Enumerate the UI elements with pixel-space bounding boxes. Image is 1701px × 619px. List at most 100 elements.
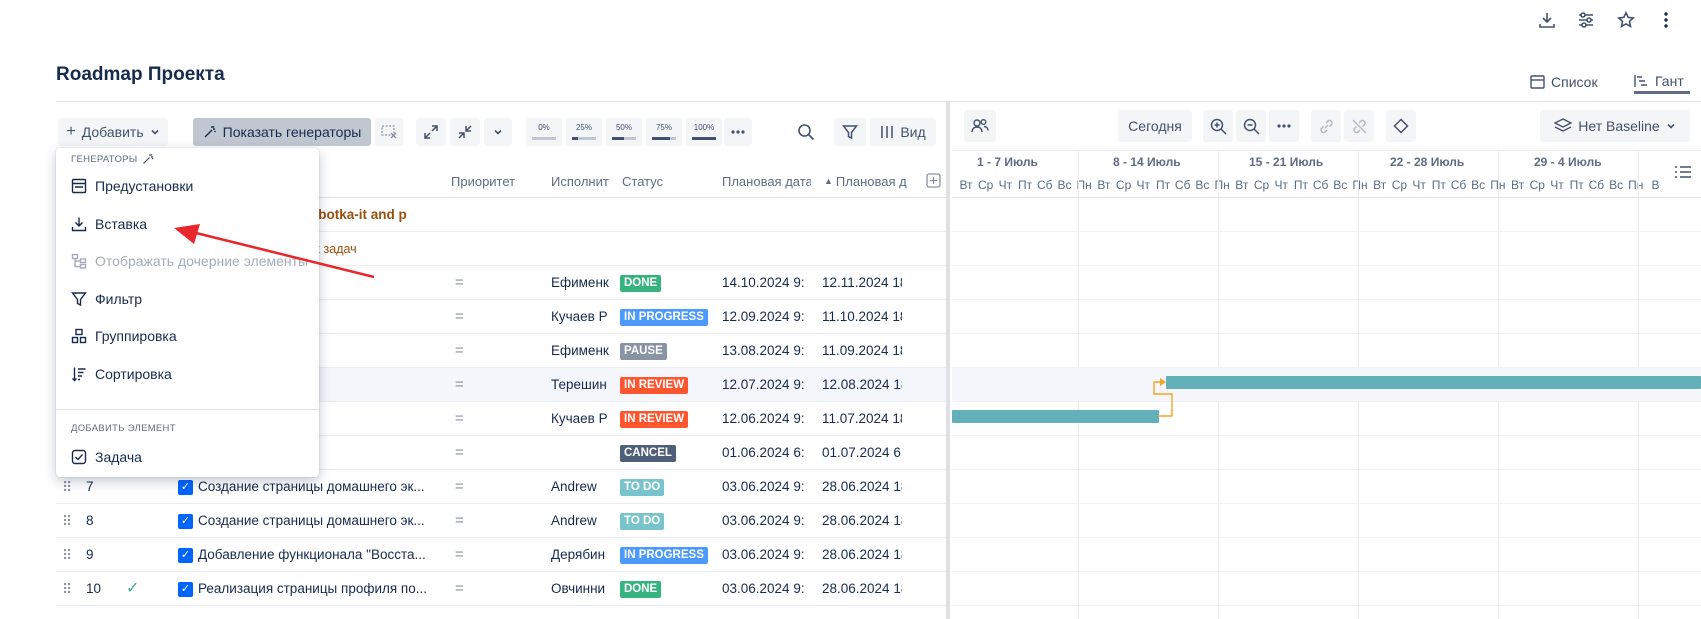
status-badge[interactable]: IN REVIEW xyxy=(620,411,689,428)
gantt-day-label: Пт xyxy=(1018,178,1033,192)
table-row[interactable]: ⠿ 9 ✓ Добавление функционала "Восста... = Дер… xyxy=(56,538,946,572)
status-badge[interactable]: TO DO xyxy=(620,513,665,530)
gantt-day-label: Сб xyxy=(1174,178,1191,192)
star-icon[interactable] xyxy=(1612,6,1640,34)
view-button[interactable]: Вид xyxy=(870,118,936,146)
progress-filter-2[interactable]: 50% xyxy=(606,118,642,146)
progress-filter-fill xyxy=(692,137,716,140)
show-generators-button[interactable]: Показать генераторы xyxy=(193,118,371,146)
gantt-day-label: Чт xyxy=(1412,178,1426,192)
gantt-day-label: Ср xyxy=(1391,178,1408,192)
chevron-down-icon xyxy=(150,127,160,137)
drag-handle-icon[interactable]: ⠿ xyxy=(62,504,71,538)
gantt-bar-task-4[interactable] xyxy=(1166,376,1701,389)
expand-icon[interactable] xyxy=(416,118,446,146)
collapse-icon[interactable] xyxy=(450,118,480,146)
gantt-columns-menu-icon[interactable] xyxy=(1672,164,1694,180)
status-badge[interactable]: DONE xyxy=(620,275,662,292)
tab-gantt-label: Гант xyxy=(1655,72,1684,89)
menu-item-label: Сортировка xyxy=(95,365,172,382)
menu-item-0[interactable]: Предустановки xyxy=(56,169,319,203)
unlink-icon[interactable] xyxy=(1344,110,1374,142)
menu-item-4[interactable]: Группировка xyxy=(56,319,319,353)
progress-filter-label: 100% xyxy=(693,123,715,132)
column-header-status[interactable]: Статус xyxy=(622,174,682,189)
table-row[interactable]: ⠿ 10 ✓ ✓ Реализация страницы профиля по... = О… xyxy=(56,572,946,606)
today-button[interactable]: Сегодня xyxy=(1118,110,1192,142)
row-number: 9 xyxy=(86,547,94,562)
tab-gantt[interactable]: Гант xyxy=(1634,70,1690,94)
progress-filter-4[interactable]: 100% xyxy=(686,118,722,146)
gantt-day-label: В xyxy=(1651,178,1660,192)
add-button[interactable]: + Добавить xyxy=(58,118,168,146)
column-header-planned-end[interactable]: ▲ Плановая д xyxy=(824,174,910,189)
download-icon xyxy=(71,216,87,232)
panel-splitter[interactable] xyxy=(946,102,950,619)
search-icon[interactable] xyxy=(792,118,820,146)
gantt-day-label: Вс xyxy=(1609,178,1624,192)
menu-item-3[interactable]: Фильтр xyxy=(56,282,319,316)
planned-end: 11.10.2024 18: xyxy=(822,309,902,324)
task-type-icon: ✓ xyxy=(178,480,193,495)
planned-end: 11.09.2024 18: xyxy=(822,343,902,358)
clear-selection-icon[interactable] xyxy=(375,118,403,146)
menu-item-label: Предустановки xyxy=(95,178,194,194)
status-badge[interactable]: IN REVIEW xyxy=(620,377,689,394)
assignee xyxy=(551,436,609,470)
gantt-day-label: Вс xyxy=(1471,178,1486,192)
progress-filter-track xyxy=(532,137,556,140)
priority-medium-icon: = xyxy=(455,308,464,325)
task-name[interactable]: Создание страницы домашнего эк... xyxy=(198,504,448,538)
gantt-day-label: Пн xyxy=(1352,178,1368,192)
table-row[interactable]: ⠿ 8 ✓ Создание страницы домашнего эк... = And… xyxy=(56,504,946,538)
link-icon[interactable] xyxy=(1311,110,1341,142)
milestone-icon[interactable] xyxy=(1386,110,1416,142)
status-badge[interactable]: PAUSE xyxy=(620,343,667,360)
progress-filter-0[interactable]: 0% xyxy=(526,118,562,146)
settings-sliders-icon[interactable] xyxy=(1572,6,1600,34)
progress-filter-3[interactable]: 75% xyxy=(646,118,682,146)
row-number: 10 xyxy=(86,581,102,596)
column-header-priority[interactable]: Приоритет xyxy=(451,174,536,189)
sort-icon xyxy=(71,366,87,382)
progress-filter-1[interactable]: 25% xyxy=(566,118,602,146)
gantt-more-icon[interactable] xyxy=(1269,110,1299,142)
planned-end: 28.06.2024 18: xyxy=(822,479,902,494)
status-badge[interactable]: IN PROGRESS xyxy=(620,309,708,326)
status-badge[interactable]: TO DO xyxy=(620,479,665,496)
task-name[interactable]: Реализация страницы профиля по... xyxy=(198,572,448,606)
download-icon[interactable] xyxy=(1533,6,1561,34)
gantt-bar-task-5[interactable] xyxy=(952,410,1159,423)
magic-wand-icon xyxy=(203,125,217,139)
baseline-select[interactable]: Нет Baseline xyxy=(1540,110,1690,142)
zoom-out-icon[interactable] xyxy=(1236,110,1266,142)
menu-item-5[interactable]: Сортировка xyxy=(56,357,319,391)
menu-divider xyxy=(56,409,319,410)
page-title: Roadmap Проекта xyxy=(56,64,225,85)
column-header-planned-start[interactable]: Плановая дата xyxy=(722,174,811,189)
gantt-day-label: Чт xyxy=(998,178,1013,192)
menu-item-task[interactable]: Задача xyxy=(56,440,319,474)
assignee: Дерябин xyxy=(551,547,606,562)
gantt-day-label: Вс xyxy=(1333,178,1348,192)
column-header-assignee[interactable]: Исполнит xyxy=(551,174,611,189)
task-name[interactable]: Добавление функционала "Восста... xyxy=(198,538,448,572)
status-badge[interactable]: CANCEL xyxy=(620,445,676,462)
status-badge[interactable]: IN PROGRESS xyxy=(620,547,708,564)
gantt-day-label: Пт xyxy=(1293,178,1308,192)
drag-handle-icon[interactable]: ⠿ xyxy=(62,572,71,606)
assignee: Andrew xyxy=(551,513,597,528)
gantt-row xyxy=(952,334,1701,368)
expand-options-chevron-icon[interactable] xyxy=(484,118,512,146)
add-column-icon[interactable] xyxy=(925,172,941,188)
status-badge[interactable]: DONE xyxy=(620,581,662,598)
filter-icon[interactable] xyxy=(834,118,866,146)
resources-icon[interactable] xyxy=(964,110,996,142)
progress-filter-label: 25% xyxy=(575,123,592,132)
drag-handle-icon[interactable]: ⠿ xyxy=(62,538,71,572)
zoom-in-icon[interactable] xyxy=(1203,110,1233,142)
more-vertical-icon[interactable] xyxy=(1652,6,1680,34)
task-type-icon: ✓ xyxy=(178,514,193,529)
tab-list[interactable]: Список xyxy=(1530,70,1598,94)
more-horizontal-icon[interactable] xyxy=(724,118,752,146)
